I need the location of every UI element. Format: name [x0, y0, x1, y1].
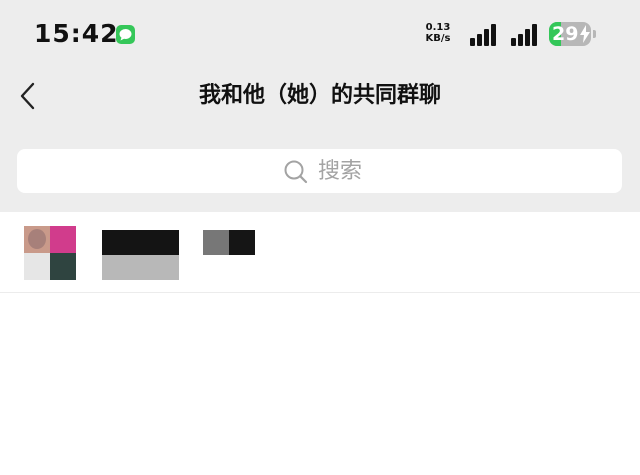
status-time: 15:42 — [34, 19, 119, 48]
avatar-tile — [24, 226, 50, 253]
list-item[interactable] — [0, 212, 640, 292]
battery-level-text: 29 — [552, 23, 579, 45]
battery-charging-icon: 29 — [549, 22, 591, 46]
group-name-obscured — [102, 230, 179, 280]
avatar-tile — [24, 253, 50, 280]
signal-bars-icon — [470, 22, 500, 46]
avatar-tile — [50, 226, 76, 253]
battery-cap — [593, 30, 596, 38]
member-count-obscured — [203, 230, 255, 255]
back-button[interactable] — [14, 78, 44, 114]
network-speed-value: 0.13 — [425, 22, 451, 33]
network-speed: 0.13 KB/s — [423, 22, 453, 44]
signal-bars-icon — [511, 22, 541, 46]
page-title: 我和他（她）的共同群聊 — [198, 83, 441, 108]
chevron-left-icon — [20, 82, 35, 110]
network-speed-unit: KB/s — [425, 33, 451, 44]
list-divider — [0, 292, 640, 293]
search-icon — [284, 160, 308, 184]
avatar-tile — [50, 253, 76, 280]
search-placeholder: 搜索 — [318, 159, 363, 184]
charging-bolt-icon — [580, 25, 590, 43]
group-avatar — [24, 226, 76, 280]
message-bubble-icon — [116, 25, 135, 44]
